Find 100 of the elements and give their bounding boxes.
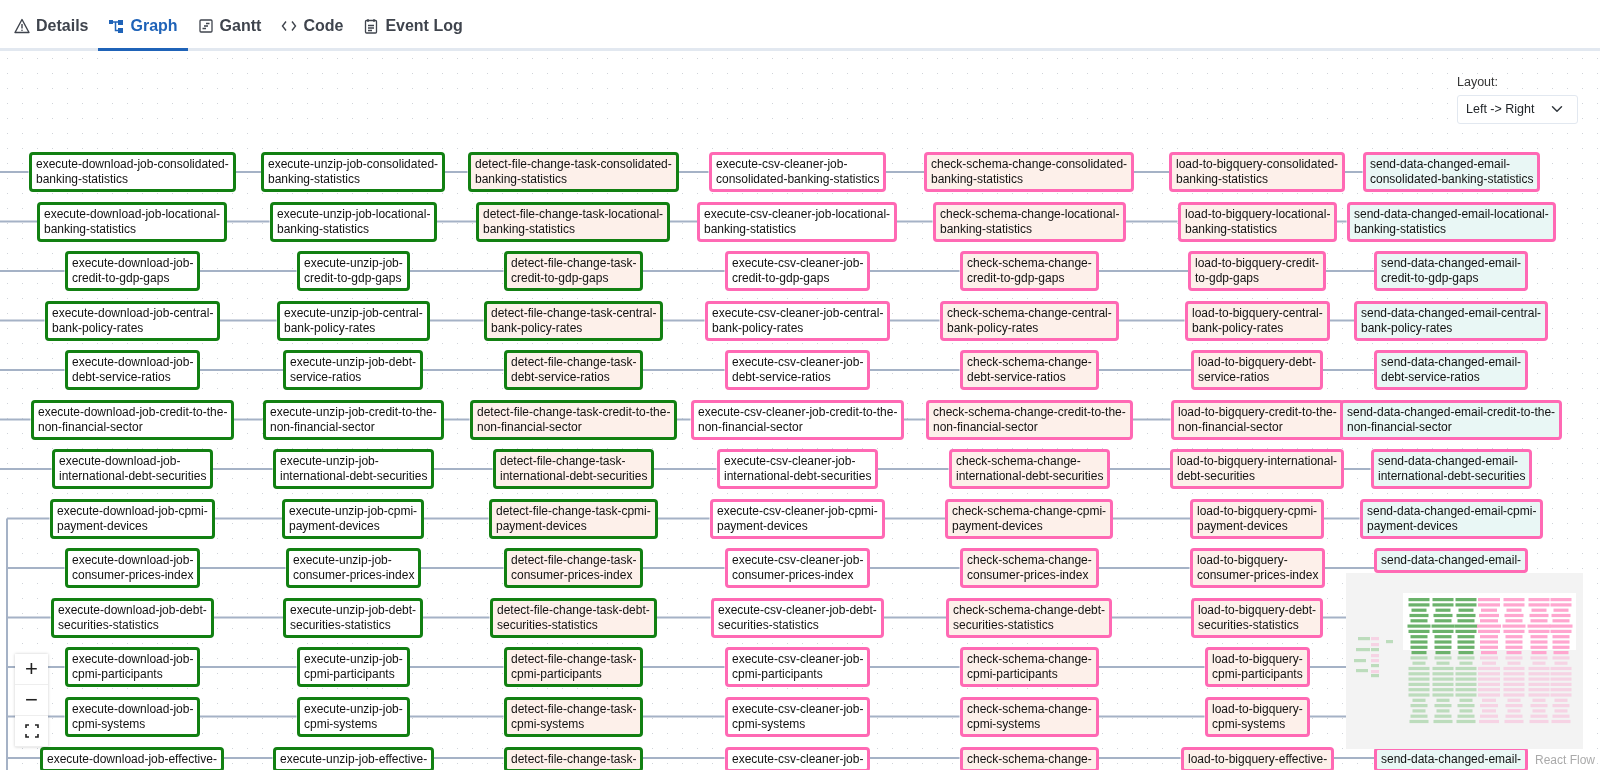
task-node[interactable]: check-schema-change- bbox=[960, 747, 1099, 770]
task-node[interactable]: detect-file-change-task- consumer-prices-index bbox=[504, 548, 644, 588]
task-node[interactable]: execute-unzip-job- cpmi-systems bbox=[297, 697, 410, 737]
task-node[interactable]: execute-unzip-job- credit-to-gdp-gaps bbox=[297, 251, 410, 291]
task-node[interactable]: execute-download-job-consolidated- banking-statistics bbox=[29, 152, 236, 192]
task-node[interactable]: detect-file-change-task-cpmi- payment-devices bbox=[489, 499, 658, 539]
task-node[interactable]: execute-csv-cleaner-job-central- bank-policy-rates bbox=[705, 301, 891, 341]
task-node[interactable]: detect-file-change-task-consolidated- banking-statistics bbox=[468, 152, 679, 192]
task-node[interactable]: execute-csv-cleaner-job- bbox=[725, 747, 871, 770]
task-node[interactable]: execute-download-job-credit-to-the- non-financial-sector bbox=[31, 400, 235, 440]
task-node[interactable]: load-to-bigquery- cpmi-participants bbox=[1205, 647, 1310, 687]
task-node[interactable]: send-data-changed-email- consolidated-banking-statistics bbox=[1363, 152, 1541, 192]
task-node[interactable]: check-schema-change- credit-to-gdp-gaps bbox=[960, 251, 1099, 291]
task-node[interactable]: detect-file-change-task- cpmi-participants bbox=[504, 647, 644, 687]
task-node[interactable]: execute-unzip-job-locational- banking-statistics bbox=[270, 202, 438, 242]
task-node[interactable]: send-data-changed-email-central- bank-policy-rates bbox=[1354, 301, 1549, 341]
task-node[interactable]: execute-unzip-job- international-debt-securities bbox=[273, 449, 435, 489]
task-node[interactable]: execute-unzip-job-cpmi- payment-devices bbox=[282, 499, 425, 539]
task-node[interactable]: execute-csv-cleaner-job-cpmi- payment-devices bbox=[710, 499, 885, 539]
task-node[interactable]: send-data-changed-email- credit-to-gdp-gaps bbox=[1374, 251, 1529, 291]
task-node[interactable]: execute-csv-cleaner-job-credit-to-the- non-financial-sector bbox=[691, 400, 905, 440]
task-node[interactable]: detect-file-change-task-central- bank-policy-rates bbox=[484, 301, 664, 341]
task-node[interactable]: execute-csv-cleaner-job- cpmi-participants bbox=[725, 647, 871, 687]
minimap-drawing[interactable] bbox=[1346, 573, 1583, 749]
tab[interactable]: Gantt bbox=[187, 3, 272, 51]
task-node[interactable]: execute-download-job- credit-to-gdp-gaps bbox=[65, 251, 201, 291]
task-node[interactable]: detect-file-change-task-credit-to-the- non-financial-sector bbox=[470, 400, 678, 440]
task-node[interactable]: send-data-changed-email- bbox=[1374, 747, 1529, 770]
task-node[interactable]: execute-csv-cleaner-job- cpmi-systems bbox=[725, 697, 871, 737]
zoom-out-button[interactable]: − bbox=[15, 685, 48, 716]
edge-line bbox=[0, 220, 38, 223]
task-node[interactable]: execute-unzip-job-effective- bbox=[273, 747, 435, 770]
task-node[interactable]: execute-unzip-job- cpmi-participants bbox=[297, 647, 410, 687]
task-node[interactable]: detect-file-change-task- bbox=[504, 747, 644, 770]
task-node[interactable]: execute-download-job- consumer-prices-index bbox=[65, 548, 201, 588]
task-node[interactable]: execute-download-job-locational- banking-statistics bbox=[37, 202, 228, 242]
task-node[interactable]: execute-csv-cleaner-job- international-debt-securities bbox=[717, 449, 879, 489]
task-node[interactable]: load-to-bigquery- consumer-prices-index bbox=[1190, 548, 1326, 588]
task-node[interactable]: check-schema-change- consumer-prices-index bbox=[960, 548, 1099, 588]
task-node[interactable]: execute-download-job-effective- bbox=[40, 747, 224, 770]
task-node[interactable]: send-data-changed-email- international-debt-securities bbox=[1371, 449, 1533, 489]
tab[interactable]: Code bbox=[271, 3, 354, 51]
task-node[interactable]: execute-unzip-job-credit-to-the- non-financial-sector bbox=[263, 400, 444, 440]
task-node[interactable]: execute-unzip-job-debt- service-ratios bbox=[283, 350, 424, 390]
task-node[interactable]: check-schema-change-locational- banking-statistics bbox=[933, 202, 1127, 242]
task-node[interactable]: check-schema-change-central- bank-policy-rates bbox=[940, 301, 1119, 341]
task-node[interactable]: send-data-changed-email-credit-to-the- non-financial-sector bbox=[1340, 400, 1563, 440]
layout-select[interactable]: Left -> Right bbox=[1457, 94, 1578, 124]
task-node[interactable]: check-schema-change-debt- securities-statistics bbox=[946, 598, 1113, 638]
fit-view-button[interactable] bbox=[15, 716, 48, 747]
task-node[interactable]: execute-download-job- international-debt-securities bbox=[52, 449, 214, 489]
task-node[interactable]: detect-file-change-task- debt-service-ratios bbox=[504, 350, 644, 390]
task-node[interactable]: execute-download-job- debt-service-ratios bbox=[65, 350, 201, 390]
task-node[interactable]: check-schema-change-consolidated- banking-statistics bbox=[924, 152, 1135, 192]
task-node[interactable]: execute-csv-cleaner-job-debt- securities-statistics bbox=[711, 598, 884, 638]
task-node[interactable]: execute-csv-cleaner-job-locational- banking-statistics bbox=[697, 202, 898, 242]
task-node[interactable]: send-data-changed-email- bbox=[1374, 548, 1529, 573]
task-node[interactable]: execute-csv-cleaner-job- debt-service-ratios bbox=[725, 350, 871, 390]
task-node[interactable]: check-schema-change-credit-to-the- non-financial-sector bbox=[926, 400, 1133, 440]
task-node[interactable]: execute-download-job- cpmi-participants bbox=[65, 647, 201, 687]
task-node[interactable]: detect-file-change-task- international-debt-securities bbox=[493, 449, 655, 489]
task-node[interactable]: send-data-changed-email- debt-service-ratios bbox=[1374, 350, 1529, 390]
task-node[interactable]: load-to-bigquery-debt- service-ratios bbox=[1191, 350, 1324, 390]
edge-line bbox=[1131, 418, 1172, 421]
task-node[interactable]: execute-download-job-central- bank-policy-rates bbox=[45, 301, 221, 341]
task-node[interactable]: execute-unzip-job- consumer-prices-index bbox=[286, 548, 422, 588]
task-node[interactable]: load-to-bigquery-cpmi- payment-devices bbox=[1190, 499, 1325, 539]
task-node[interactable]: execute-download-job-debt- securities-statistics bbox=[51, 598, 214, 638]
tab[interactable]: Details bbox=[4, 3, 99, 51]
task-node[interactable]: detect-file-change-task-locational- banking-statistics bbox=[476, 202, 671, 242]
task-node[interactable]: execute-unzip-job-debt- securities-statistics bbox=[283, 598, 424, 638]
task-node[interactable]: execute-csv-cleaner-job- consumer-prices-index bbox=[725, 548, 871, 588]
task-node[interactable]: load-to-bigquery- cpmi-systems bbox=[1205, 697, 1310, 737]
task-node[interactable]: execute-csv-cleaner-job- consolidated-banking-statistics bbox=[709, 152, 887, 192]
task-node[interactable]: check-schema-change- cpmi-systems bbox=[960, 697, 1099, 737]
task-node[interactable]: load-to-bigquery-debt- securities-statistics bbox=[1191, 598, 1324, 638]
task-node[interactable]: detect-file-change-task-debt- securities-statistics bbox=[490, 598, 657, 638]
task-node[interactable]: load-to-bigquery-locational- banking-statistics bbox=[1178, 202, 1338, 242]
task-node[interactable]: execute-unzip-job-consolidated- banking-statistics bbox=[261, 152, 446, 192]
task-node[interactable]: load-to-bigquery-effective- bbox=[1181, 747, 1335, 770]
edge-line bbox=[0, 369, 66, 371]
task-node[interactable]: load-to-bigquery-central- bank-policy-rates bbox=[1185, 301, 1330, 341]
zoom-in-button[interactable]: + bbox=[15, 654, 48, 685]
task-node[interactable]: detect-file-change-task- credit-to-gdp-gaps bbox=[504, 251, 644, 291]
task-node[interactable]: execute-csv-cleaner-job- credit-to-gdp-gaps bbox=[725, 251, 871, 291]
task-node[interactable]: detect-file-change-task- cpmi-systems bbox=[504, 697, 644, 737]
task-node[interactable]: send-data-changed-email-locational- banking-statistics bbox=[1347, 202, 1556, 242]
task-node[interactable]: check-schema-change- debt-service-ratios bbox=[960, 350, 1099, 390]
task-node[interactable]: check-schema-change-cpmi- payment-devices bbox=[945, 499, 1114, 539]
task-node[interactable]: check-schema-change- international-debt-securities bbox=[949, 449, 1111, 489]
task-node[interactable]: execute-unzip-job-central- bank-policy-rates bbox=[277, 301, 430, 341]
task-node[interactable]: load-to-bigquery-credit- to-gdp-gaps bbox=[1188, 251, 1327, 291]
task-node[interactable]: execute-download-job-cpmi- payment-devices bbox=[50, 499, 215, 539]
edge-line bbox=[1308, 715, 1347, 718]
task-node[interactable]: check-schema-change- cpmi-participants bbox=[960, 647, 1099, 687]
task-node[interactable]: load-to-bigquery-consolidated- banking-statistics bbox=[1169, 152, 1346, 192]
task-node[interactable]: load-to-bigquery-international- debt-securities bbox=[1170, 449, 1345, 489]
tab[interactable]: Event Log bbox=[353, 3, 473, 51]
task-node[interactable]: send-data-changed-email-cpmi- payment-devices bbox=[1360, 499, 1544, 539]
task-node[interactable]: execute-download-job- cpmi-systems bbox=[65, 697, 201, 737]
